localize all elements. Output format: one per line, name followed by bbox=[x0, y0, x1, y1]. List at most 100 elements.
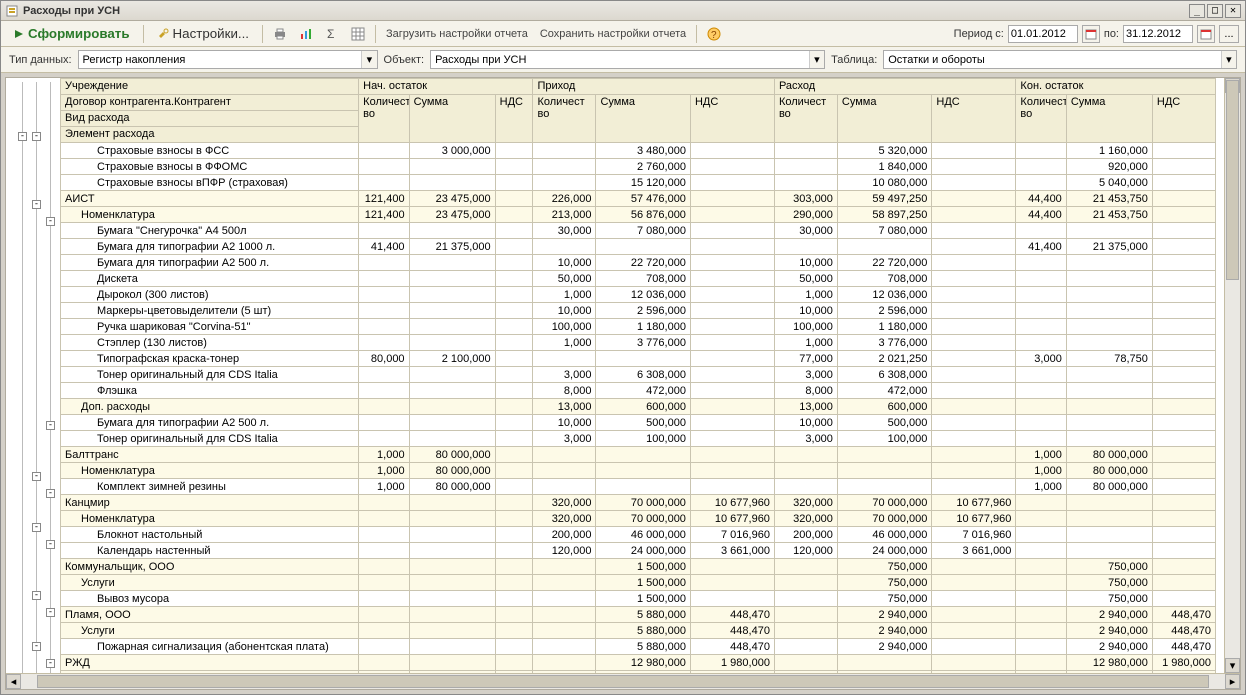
table-row[interactable]: Доп. расходы13,000600,00013,000600,000 bbox=[61, 399, 1216, 415]
tree-toggle[interactable]: - bbox=[46, 540, 55, 549]
object-input[interactable] bbox=[431, 51, 809, 68]
table-row[interactable]: Пожарная сигнализация (абонентская плата… bbox=[61, 639, 1216, 655]
table-row[interactable]: Номенклатура1,00080 000,0001,00080 000,0… bbox=[61, 463, 1216, 479]
dtype-combo[interactable]: ▾ bbox=[78, 50, 378, 69]
table-row[interactable]: Страховые взносы в ФФОМС2 760,0001 840,0… bbox=[61, 159, 1216, 175]
table-row[interactable]: Бумага "Снегурочка" А4 500л30,0007 080,0… bbox=[61, 223, 1216, 239]
table-row[interactable]: Комплект зимней резины1,00080 000,0001,0… bbox=[61, 479, 1216, 495]
tree-toggle[interactable]: - bbox=[32, 523, 41, 532]
table-row[interactable]: Тонер оригинальный для CDS Italia3,00010… bbox=[61, 431, 1216, 447]
date-from-picker[interactable] bbox=[1082, 25, 1100, 43]
table-icon-button[interactable] bbox=[347, 24, 369, 44]
table-row[interactable]: Номенклатура320,00070 000,00010 677,9603… bbox=[61, 511, 1216, 527]
date-from-input[interactable] bbox=[1008, 25, 1078, 43]
tree-toggle[interactable]: - bbox=[46, 608, 55, 617]
data-grid: Учреждение Нач. остаток Приход Расход Ко… bbox=[60, 78, 1224, 673]
table-row[interactable]: Страховые взносы в ФСС3 000,0003 480,000… bbox=[61, 143, 1216, 159]
table-row[interactable]: Дырокол (300 листов)1,00012 036,0001,000… bbox=[61, 287, 1216, 303]
tree-toggle[interactable]: - bbox=[46, 489, 55, 498]
row-value bbox=[409, 383, 495, 399]
tree-toggle[interactable]: - bbox=[46, 217, 55, 226]
row-value bbox=[1152, 591, 1215, 607]
table-row[interactable]: Календарь настенный120,00024 000,0003 66… bbox=[61, 543, 1216, 559]
table-row[interactable]: Ручка шариковая "Corvina-51"100,0001 180… bbox=[61, 319, 1216, 335]
period-more-button[interactable]: ... bbox=[1219, 25, 1239, 43]
table-row[interactable]: Маркеры-цветовыделители (5 шт)10,0002 59… bbox=[61, 303, 1216, 319]
table-combo[interactable]: ▾ bbox=[883, 50, 1237, 69]
scroll-right-arrow[interactable]: ▸ bbox=[1225, 674, 1240, 689]
tree-toggle[interactable]: - bbox=[46, 659, 55, 668]
vertical-scrollbar[interactable]: ▴ ▾ bbox=[1224, 78, 1240, 673]
table-row[interactable]: Бумага для типографии А2 500 л.10,00022 … bbox=[61, 255, 1216, 271]
settings-button[interactable]: Настройки... bbox=[150, 24, 256, 44]
sum-icon-button[interactable]: Σ bbox=[321, 24, 343, 44]
table-row[interactable]: Тонер оригинальный для CDS Italia3,0006 … bbox=[61, 367, 1216, 383]
period-label: Период с: bbox=[954, 28, 1004, 40]
object-combo[interactable]: ▾ bbox=[430, 50, 825, 69]
table-row[interactable]: Стэплер (130 листов)1,0003 776,0001,0003… bbox=[61, 335, 1216, 351]
hscroll-thumb[interactable] bbox=[37, 675, 1209, 688]
table-row[interactable]: Типографская краска-тонер80,0002 100,000… bbox=[61, 351, 1216, 367]
table-row[interactable]: Коммунальщик, ООО1 500,000750,000750,000 bbox=[61, 559, 1216, 575]
table-row[interactable]: Услуги5 880,000448,4702 940,0002 940,000… bbox=[61, 623, 1216, 639]
row-value bbox=[1066, 543, 1152, 559]
grid-icon bbox=[351, 27, 365, 41]
row-value bbox=[359, 623, 409, 639]
row-value: 750,000 bbox=[837, 559, 931, 575]
date-to-picker[interactable] bbox=[1197, 25, 1215, 43]
scroll-thumb[interactable] bbox=[1226, 80, 1239, 280]
tree-toggle[interactable]: - bbox=[32, 132, 41, 141]
table-row[interactable]: Номенклатура121,40023 475,000213,00056 8… bbox=[61, 207, 1216, 223]
tree-toggle[interactable]: - bbox=[32, 200, 41, 209]
table-row[interactable]: РЖД12 980,0001 980,00012 980,0001 980,00… bbox=[61, 655, 1216, 671]
maximize-button[interactable]: □ bbox=[1207, 4, 1223, 18]
date-to-input[interactable] bbox=[1123, 25, 1193, 43]
tree-toggle[interactable]: - bbox=[32, 642, 41, 651]
form-button[interactable]: Сформировать bbox=[7, 24, 137, 44]
close-button[interactable]: ✕ bbox=[1225, 4, 1241, 18]
table-row[interactable]: Страховые взносы вПФР (страховая)15 120,… bbox=[61, 175, 1216, 191]
calendar-icon bbox=[1200, 28, 1212, 40]
row-label: Номенклатура bbox=[61, 463, 359, 479]
row-value bbox=[1016, 559, 1066, 575]
chevron-down-icon[interactable]: ▾ bbox=[809, 51, 824, 68]
chart-icon-button[interactable] bbox=[295, 24, 317, 44]
table-row[interactable]: Услуги12 980,0001 980,00012 980,0001 980… bbox=[61, 671, 1216, 674]
save-settings-link[interactable]: Сохранить настройки отчета bbox=[536, 28, 690, 40]
row-value: 5 880,000 bbox=[596, 623, 690, 639]
row-value bbox=[409, 591, 495, 607]
tree-toggle[interactable]: - bbox=[32, 591, 41, 600]
row-value bbox=[1152, 303, 1215, 319]
table-row[interactable]: Бумага для типографии А2 500 л.10,000500… bbox=[61, 415, 1216, 431]
row-value: 448,470 bbox=[1152, 607, 1215, 623]
tree-toggle[interactable]: - bbox=[32, 472, 41, 481]
row-value bbox=[837, 655, 931, 671]
table-row[interactable]: Флэшка8,000472,0008,000472,000 bbox=[61, 383, 1216, 399]
table-row[interactable]: Канцмир320,00070 000,00010 677,960320,00… bbox=[61, 495, 1216, 511]
header-qty: Количество bbox=[1016, 95, 1066, 143]
table-row[interactable]: АИСТ121,40023 475,000226,00057 476,00030… bbox=[61, 191, 1216, 207]
table-row[interactable]: Вывоз мусора1 500,000750,000750,000 bbox=[61, 591, 1216, 607]
table-row[interactable]: Пламя, ООО5 880,000448,4702 940,0002 940… bbox=[61, 607, 1216, 623]
row-label: Услуги bbox=[61, 671, 359, 674]
tree-toggle[interactable]: - bbox=[46, 421, 55, 430]
horizontal-scrollbar[interactable]: ◂ ▸ bbox=[6, 673, 1240, 689]
table-row[interactable]: Блокнот настольный200,00046 000,0007 016… bbox=[61, 527, 1216, 543]
scroll-left-arrow[interactable]: ◂ bbox=[6, 674, 21, 689]
row-value: 600,000 bbox=[596, 399, 690, 415]
table-row[interactable]: Услуги1 500,000750,000750,000 bbox=[61, 575, 1216, 591]
table-row[interactable]: Дискета50,000708,00050,000708,000 bbox=[61, 271, 1216, 287]
load-settings-link[interactable]: Загрузить настройки отчета bbox=[382, 28, 532, 40]
scroll-down-arrow[interactable]: ▾ bbox=[1225, 658, 1240, 673]
chevron-down-icon[interactable]: ▾ bbox=[361, 51, 376, 68]
dtype-input[interactable] bbox=[79, 51, 362, 68]
chevron-down-icon[interactable]: ▾ bbox=[1221, 51, 1236, 68]
row-value bbox=[932, 191, 1016, 207]
print-icon-button[interactable] bbox=[269, 24, 291, 44]
table-input[interactable] bbox=[884, 51, 1220, 68]
minimize-button[interactable]: _ bbox=[1189, 4, 1205, 18]
header-qty: Количество bbox=[359, 95, 409, 143]
table-row[interactable]: Балттранс1,00080 000,0001,00080 000,000 bbox=[61, 447, 1216, 463]
table-row[interactable]: Бумага для типографии А2 1000 л.41,40021… bbox=[61, 239, 1216, 255]
help-button[interactable]: ? bbox=[703, 24, 725, 44]
